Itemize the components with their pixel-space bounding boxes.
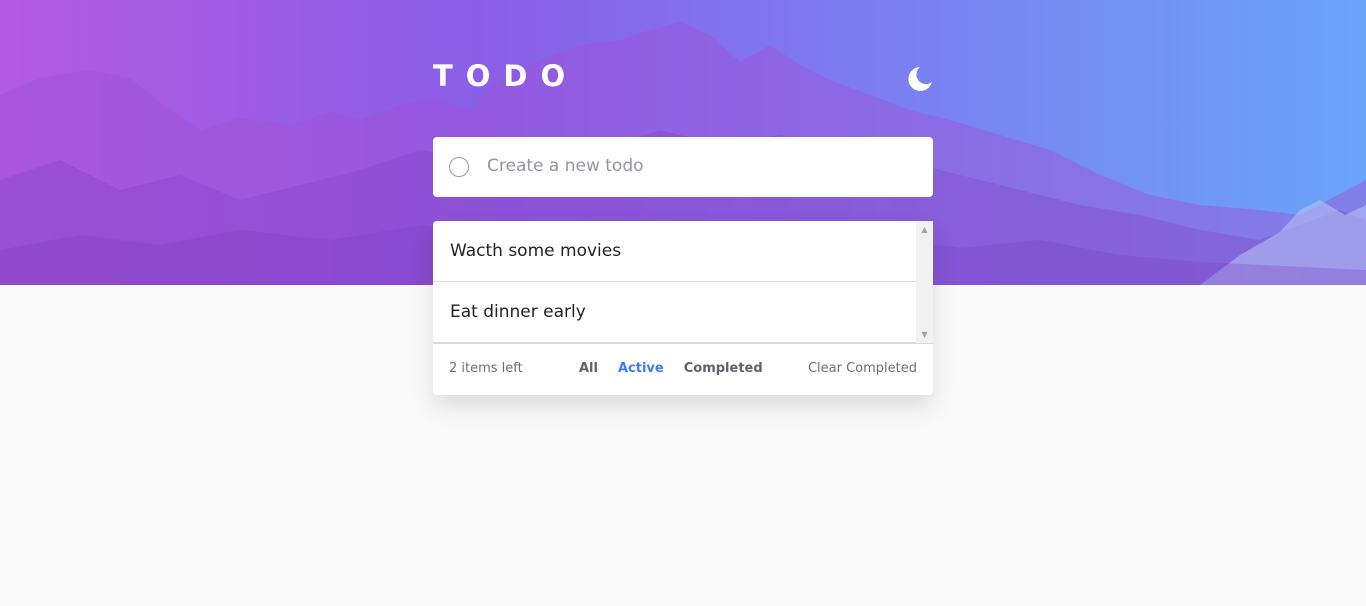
scroll-down-arrow-icon[interactable]: ▼ xyxy=(916,326,933,343)
moon-icon xyxy=(908,67,932,91)
todo-list-scrollbar[interactable]: ▲ ▼ xyxy=(916,221,933,343)
filter-tabs: All Active Completed xyxy=(579,361,763,376)
filter-active[interactable]: Active xyxy=(618,361,664,376)
items-left-count: 2 items left xyxy=(449,361,523,376)
theme-toggle-button[interactable] xyxy=(905,64,935,94)
todo-item[interactable]: Eat dinner early xyxy=(433,282,916,343)
todo-list: Wacth some movies Eat dinner early xyxy=(433,221,933,343)
filter-completed[interactable]: Completed xyxy=(684,361,763,376)
new-todo-check-circle[interactable] xyxy=(449,157,469,177)
todo-footer: 2 items left All Active Completed Clear … xyxy=(433,343,933,395)
scroll-up-arrow-icon[interactable]: ▲ xyxy=(916,221,933,238)
todo-card: Wacth some movies Eat dinner early ▲ ▼ 2… xyxy=(433,221,933,395)
clear-completed-button[interactable]: Clear Completed xyxy=(808,361,917,376)
todo-item[interactable]: Wacth some movies xyxy=(433,221,916,282)
scrollbar-thumb[interactable] xyxy=(920,238,929,326)
filter-all[interactable]: All xyxy=(579,361,598,376)
todo-item-text: Wacth some movies xyxy=(450,241,622,261)
new-todo-input[interactable] xyxy=(487,151,907,181)
new-todo-panel xyxy=(433,137,933,197)
todo-item-text: Eat dinner early xyxy=(450,302,586,322)
app-title: TODO xyxy=(433,59,579,93)
